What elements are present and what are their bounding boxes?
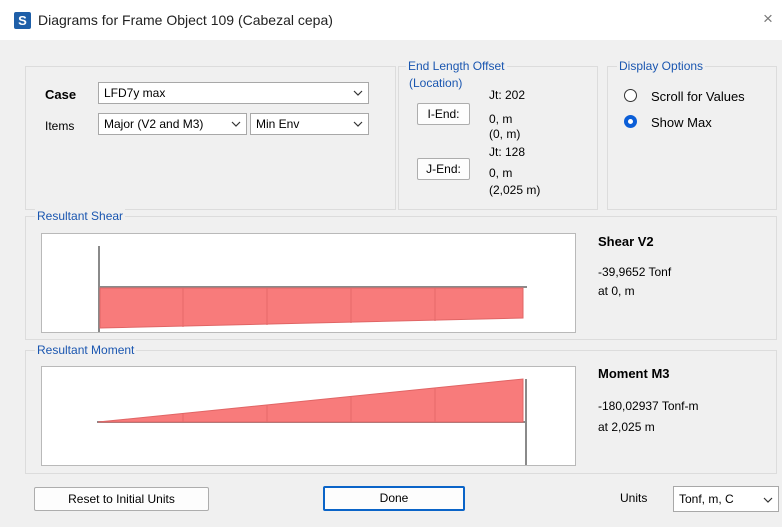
shear-diagram	[41, 233, 576, 333]
i-end-button[interactable]: I-End:	[417, 103, 470, 125]
j-end-button[interactable]: J-End:	[417, 158, 470, 180]
envelope-value: Min Env	[256, 117, 300, 131]
close-icon[interactable]: ×	[758, 8, 778, 30]
i-end-joint: Jt: 202	[489, 88, 526, 102]
shear-diagram-canvas	[98, 246, 527, 332]
i-end-offset: 0, m	[489, 112, 513, 126]
end-length-offset-subtitle: (Location)	[409, 76, 463, 90]
title-bar: S Diagrams for Frame Object 109 (Cabezal…	[0, 0, 782, 40]
show-max-radio[interactable]	[624, 115, 637, 128]
resultant-shear-title: Resultant Shear	[35, 209, 126, 223]
moment-result-title: Moment M3	[598, 366, 670, 381]
display-options-group	[607, 66, 777, 210]
items-dropdown[interactable]: Major (V2 and M3)	[98, 113, 247, 135]
units-dropdown[interactable]: Tonf, m, C	[673, 486, 779, 512]
moment-diagram	[41, 366, 576, 466]
j-end-joint: Jt: 128	[489, 145, 526, 159]
moment-result-value: -180,02937 Tonf-m	[598, 399, 699, 413]
shear-result-value: -39,9652 Tonf	[598, 265, 672, 279]
shear-result-location: at 0, m	[598, 284, 635, 298]
done-button[interactable]: Done	[323, 486, 465, 511]
moment-area	[97, 378, 524, 423]
resultant-moment-title: Resultant Moment	[35, 343, 137, 357]
scroll-for-values-radio[interactable]	[624, 89, 637, 102]
j-end-location: (2,025 m)	[489, 183, 541, 197]
chevron-down-icon	[353, 90, 363, 96]
chevron-down-icon	[763, 497, 773, 503]
items-value: Major (V2 and M3)	[104, 117, 204, 131]
end-length-offset-title: End Length Offset	[406, 59, 507, 73]
window-title: Diagrams for Frame Object 109 (Cabezal c…	[38, 12, 333, 28]
units-value: Tonf, m, C	[679, 492, 734, 506]
shear-result-title: Shear V2	[598, 234, 654, 249]
shear-area	[99, 287, 524, 329]
app-icon: S	[14, 12, 31, 29]
reset-units-button[interactable]: Reset to Initial Units	[34, 487, 209, 511]
units-label: Units	[620, 491, 648, 505]
case-label: Case	[45, 87, 77, 102]
j-end-offset: 0, m	[489, 166, 513, 180]
chevron-down-icon	[353, 121, 363, 127]
display-options-title: Display Options	[617, 59, 706, 73]
scroll-for-values-label[interactable]: Scroll for Values	[651, 89, 745, 104]
i-end-location: (0, m)	[489, 127, 521, 141]
case-dropdown[interactable]: LFD7y max	[98, 82, 369, 104]
case-value: LFD7y max	[104, 86, 166, 100]
show-max-label[interactable]: Show Max	[651, 115, 712, 130]
moment-result-location: at 2,025 m	[598, 420, 655, 434]
items-label: Items	[45, 119, 75, 133]
moment-diagram-canvas	[97, 378, 527, 465]
chevron-down-icon	[231, 121, 241, 127]
envelope-dropdown[interactable]: Min Env	[250, 113, 369, 135]
